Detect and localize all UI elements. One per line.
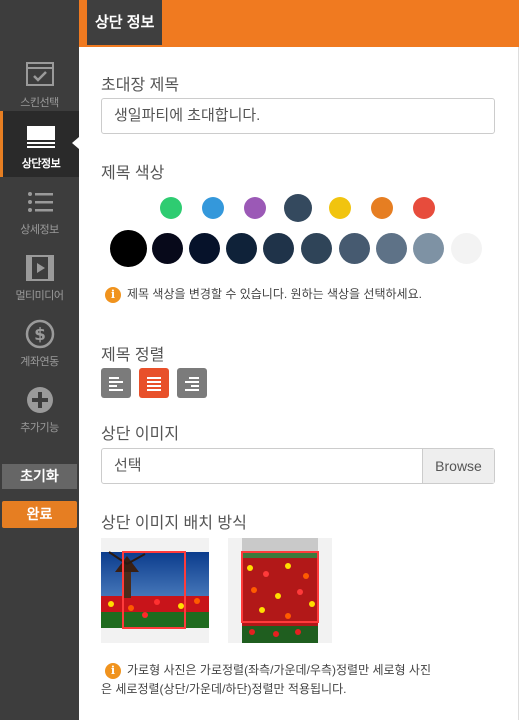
color-swatch[interactable] <box>451 233 482 264</box>
image-info: i 가로형 사진은 가로정렬(좌측/가운데/우측)정렬만 세로형 사진 은 세로정… <box>101 661 505 699</box>
settings-panel: 초대장 제목 생일파티에 초대합니다. 제목 색상 i 제목 색상을 변경할 수 … <box>79 47 519 720</box>
color-swatch[interactable] <box>413 233 444 264</box>
color-swatch[interactable] <box>263 233 294 264</box>
color-swatch[interactable] <box>376 233 407 264</box>
sidebar-item-label: 멀티미디어 <box>15 290 64 302</box>
landscape-tulip-image <box>101 551 209 629</box>
sidebar-item-label: 계좌연동 <box>20 356 59 368</box>
color-swatch[interactable] <box>413 197 435 219</box>
header-bar: 상단 정보 <box>79 0 519 47</box>
color-swatch[interactable] <box>152 233 183 264</box>
color-swatch[interactable] <box>189 233 220 264</box>
add-feature-icon <box>26 387 53 413</box>
align-left-icon <box>109 377 119 379</box>
portrait-layout-option[interactable] <box>228 538 332 643</box>
sidebar-item-label: 스킨선택 <box>20 97 59 109</box>
sidebar-item-detail[interactable]: 상세정보 <box>0 177 79 243</box>
sidebar-item-multimedia[interactable]: 멀티미디어 <box>0 243 79 309</box>
color-swatch[interactable] <box>329 197 351 219</box>
image-info-line1: 가로형 사진은 가로정렬(좌측/가운데/우측)정렬만 세로형 사진 <box>127 663 431 677</box>
align-right-icon <box>189 377 199 379</box>
color-swatch[interactable] <box>244 197 266 219</box>
detail-list-icon <box>27 192 53 212</box>
sidebar-item-label: 상세정보 <box>20 224 59 236</box>
account-dollar-icon: $ <box>25 319 54 349</box>
title-color-label: 제목 색상 <box>101 165 165 182</box>
title-align-label: 제목 정렬 <box>101 347 165 364</box>
align-center-button[interactable] <box>139 368 169 398</box>
color-swatch[interactable] <box>284 194 312 222</box>
svg-text:$: $ <box>34 325 46 345</box>
header-info-icon <box>27 126 55 148</box>
align-center-icon <box>147 377 161 379</box>
skin-select-icon <box>25 62 54 86</box>
done-button[interactable]: 완료 <box>2 501 77 528</box>
color-swatch[interactable] <box>339 233 370 264</box>
top-image-file-input[interactable]: 선택 Browse <box>101 448 495 484</box>
sidebar-item-label: 상단정보 <box>21 158 61 170</box>
tab-header-info[interactable]: 상단 정보 <box>87 0 163 45</box>
landscape-layout-option[interactable] <box>101 538 209 643</box>
color-swatch[interactable] <box>110 230 147 267</box>
image-info-line2: 은 세로정렬(상단/가운데/하단)정렬만 적용됩니다. <box>101 682 347 696</box>
browse-button[interactable]: Browse <box>422 449 494 483</box>
info-icon: i <box>105 662 121 679</box>
portrait-tulip-image <box>241 538 319 643</box>
color-swatch[interactable] <box>202 197 224 219</box>
sidebar-item-add-feature[interactable]: 추가기능 <box>0 375 79 441</box>
color-swatch[interactable] <box>160 197 182 219</box>
color-info: i 제목 색상을 변경할 수 있습니다. 원하는 색상을 선택하세요. <box>105 285 422 303</box>
sidebar-item-skin[interactable]: 스킨선택 <box>0 50 79 116</box>
color-swatch[interactable] <box>301 233 332 264</box>
align-left-button[interactable] <box>101 368 131 398</box>
reset-button[interactable]: 초기화 <box>2 464 77 489</box>
top-image-label: 상단 이미지 <box>101 426 180 443</box>
invite-title-input[interactable]: 생일파티에 초대합니다. <box>101 98 495 134</box>
sidebar: 스킨선택 상단정보 상세정보 멀티미디어 $ 계좌연동 추가기능 초기화 완료 <box>0 0 79 720</box>
multimedia-icon <box>25 255 54 281</box>
image-layout-label: 상단 이미지 배치 방식 <box>101 515 247 532</box>
sidebar-item-header-info[interactable]: 상단정보 <box>0 111 79 177</box>
color-swatch[interactable] <box>371 197 393 219</box>
color-swatch[interactable] <box>226 233 257 264</box>
file-input-value: 선택 <box>114 457 142 474</box>
color-info-text: 제목 색상을 변경할 수 있습니다. 원하는 색상을 선택하세요. <box>127 287 422 301</box>
align-right-button[interactable] <box>177 368 207 398</box>
sidebar-item-account[interactable]: $ 계좌연동 <box>0 309 79 375</box>
info-icon: i <box>105 286 121 303</box>
sidebar-item-label: 추가기능 <box>20 422 59 434</box>
invite-title-label: 초대장 제목 <box>101 77 180 94</box>
